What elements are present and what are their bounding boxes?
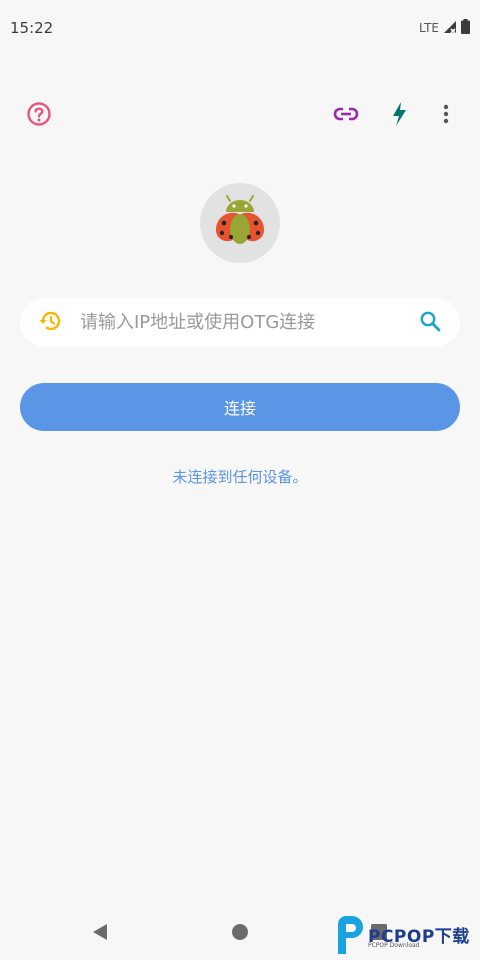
back-button[interactable] (76, 910, 124, 958)
connect-button-label: 连接 (223, 399, 256, 418)
android-ladybug-icon (210, 191, 270, 255)
watermark: PCPOP下载 PCPOP Download (334, 914, 480, 960)
help-button[interactable] (19, 96, 59, 136)
search-icon (419, 310, 441, 336)
link-icon (333, 106, 359, 126)
history-icon (38, 309, 62, 337)
help-circle-icon (26, 101, 52, 131)
watermark-subtext: PCPOP Download (368, 942, 420, 949)
home-button[interactable] (216, 910, 264, 958)
toolbar (0, 96, 480, 136)
network-type: LTE (419, 21, 439, 35)
signal-icon (443, 19, 457, 38)
back-triangle-icon (91, 923, 109, 945)
status-bar: 15:22 LTE (0, 0, 480, 56)
flash-icon (391, 102, 407, 130)
link-button[interactable] (326, 96, 366, 136)
ip-address-input[interactable] (80, 298, 400, 347)
search-bar (20, 298, 460, 347)
more-button[interactable] (426, 96, 466, 136)
connection-status: 未连接到任何设备。 (172, 468, 308, 486)
history-button[interactable] (20, 298, 80, 347)
app-logo (200, 183, 280, 263)
flash-button[interactable] (379, 96, 419, 136)
status-time: 15:22 (10, 19, 54, 37)
status-icons: LTE (419, 18, 470, 38)
battery-icon (461, 18, 470, 38)
connect-button[interactable]: 连接 (20, 383, 460, 431)
search-button[interactable] (400, 298, 460, 347)
more-vertical-icon (443, 104, 449, 128)
home-circle-icon (231, 923, 249, 945)
watermark-logo-icon (334, 916, 364, 960)
